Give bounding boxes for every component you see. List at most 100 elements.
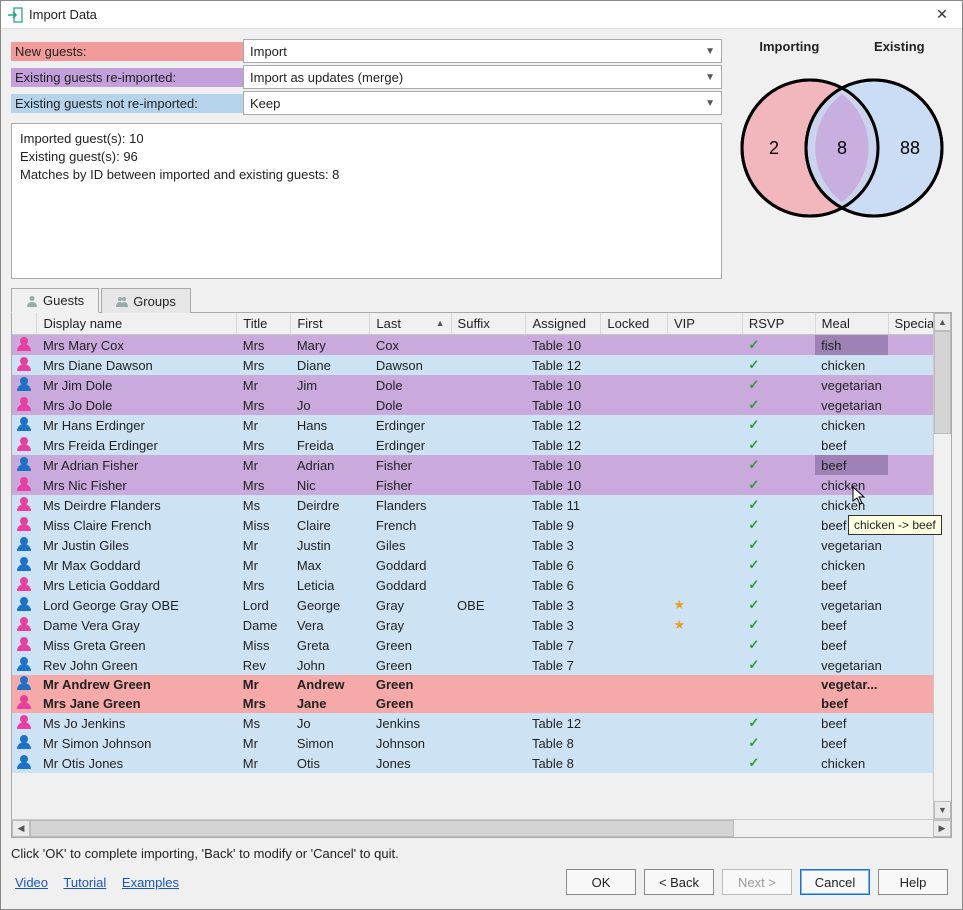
cell: beef <box>815 575 888 595</box>
scroll-right-icon[interactable]: ▶ <box>933 820 951 837</box>
row-icon <box>12 615 37 635</box>
back-button[interactable]: < Back <box>644 869 714 895</box>
video-link[interactable]: Video <box>15 875 48 890</box>
table-row[interactable]: Rev John GreenRevJohnGreenTable 7✓vegeta… <box>12 655 951 675</box>
tab-groups[interactable]: Groups <box>101 288 191 313</box>
table-row[interactable]: Mrs Diane DawsonMrsDianeDawsonTable 12✓c… <box>12 355 951 375</box>
new-guests-combo[interactable]: Import ▼ <box>243 39 722 63</box>
examples-link[interactable]: Examples <box>122 875 179 890</box>
cell: Mrs Diane Dawson <box>37 355 237 375</box>
col-assigned[interactable]: Assigned <box>526 313 601 335</box>
table-row[interactable]: Mr Hans ErdingerMrHansErdingerTable 12✓c… <box>12 415 951 435</box>
cell: ★ <box>667 595 742 615</box>
cell <box>667 575 742 595</box>
table-row[interactable]: Mr Adrian FisherMrAdrianFisherTable 10✓b… <box>12 455 951 475</box>
cell: Jenkins <box>370 713 451 733</box>
cell <box>667 335 742 356</box>
cell <box>601 375 668 395</box>
row-icon <box>12 375 37 395</box>
col-suffix[interactable]: Suffix <box>451 313 526 335</box>
cell: Mr <box>237 375 291 395</box>
check-icon: ✓ <box>748 437 759 452</box>
help-button[interactable]: Help <box>878 869 948 895</box>
table-row[interactable]: Mrs Freida ErdingerMrsFreidaErdingerTabl… <box>12 435 951 455</box>
table-row[interactable]: Mr Otis JonesMrOtisJonesTable 8✓chicken <box>12 753 951 773</box>
table-row[interactable]: Miss Claire FrenchMissClaireFrenchTable … <box>12 515 951 535</box>
table-row[interactable]: Mrs Nic FisherMrsNicFisherTable 10✓chick… <box>12 475 951 495</box>
col-icon[interactable] <box>12 313 37 335</box>
cell: Flanders <box>370 495 451 515</box>
horizontal-scrollbar[interactable]: ◀ ▶ <box>12 819 951 837</box>
col-last[interactable]: Last <box>370 313 451 335</box>
table-row[interactable]: Ms Jo JenkinsMsJoJenkinsTable 12✓beef <box>12 713 951 733</box>
cell: ✓ <box>742 655 815 675</box>
cell: Mr <box>237 675 291 694</box>
row-icon <box>12 335 37 356</box>
table-row[interactable]: Mr Justin GilesMrJustinGilesTable 3✓vege… <box>12 535 951 555</box>
cell: Dole <box>370 375 451 395</box>
import-data-window: Import Data ✕ New guests: Import ▼ Exist… <box>0 0 963 910</box>
cell: OBE <box>451 595 526 615</box>
scroll-down-icon[interactable]: ▼ <box>934 801 951 819</box>
table-row[interactable]: Miss Greta GreenMissGretaGreenTable 7✓be… <box>12 635 951 655</box>
cancel-button[interactable]: Cancel <box>800 869 870 895</box>
person-icon <box>17 377 31 391</box>
cell: Mary <box>291 335 370 356</box>
cell: Mr <box>237 555 291 575</box>
table-row[interactable]: Mrs Mary CoxMrsMaryCoxTable 10✓fish <box>12 335 951 356</box>
cell: Table 12 <box>526 713 601 733</box>
next-button: Next > <box>722 869 792 895</box>
cell <box>601 535 668 555</box>
chevron-down-icon: ▼ <box>705 46 715 57</box>
col-title[interactable]: Title <box>237 313 291 335</box>
scroll-thumb[interactable] <box>30 820 734 837</box>
cell: ✓ <box>742 515 815 535</box>
scroll-left-icon[interactable]: ◀ <box>12 820 30 837</box>
cell: ✓ <box>742 535 815 555</box>
cell: Green <box>370 635 451 655</box>
table-row[interactable]: Mrs Jane GreenMrsJaneGreenbeef <box>12 694 951 713</box>
cell: Ms <box>237 495 291 515</box>
cell <box>667 713 742 733</box>
person-icon <box>17 337 31 351</box>
scroll-up-icon[interactable]: ▲ <box>934 313 951 331</box>
col-meal[interactable]: Meal <box>815 313 888 335</box>
vertical-scrollbar[interactable]: ▲ ▼ <box>933 313 951 819</box>
table-row[interactable]: Mrs Leticia GoddardMrsLeticiaGoddardTabl… <box>12 575 951 595</box>
cell <box>601 655 668 675</box>
cell: John <box>291 655 370 675</box>
table-row[interactable]: Mr Simon JohnsonMrSimonJohnsonTable 8✓be… <box>12 733 951 753</box>
cell: Erdinger <box>370 435 451 455</box>
cell <box>742 675 815 694</box>
col-vip[interactable]: VIP <box>667 313 742 335</box>
table-row[interactable]: Mr Andrew GreenMrAndrewGreenvegetar... <box>12 675 951 694</box>
close-button[interactable]: ✕ <box>928 6 956 23</box>
cell: beef <box>815 635 888 655</box>
not-reimported-combo[interactable]: Keep ▼ <box>243 91 722 115</box>
ok-button[interactable]: OK <box>566 869 636 895</box>
tutorial-link[interactable]: Tutorial <box>63 875 106 890</box>
table-row[interactable]: Ms Deirdre FlandersMsDeirdreFlandersTabl… <box>12 495 951 515</box>
table-row[interactable]: Mr Jim DoleMrJimDoleTable 10✓vegetarian <box>12 375 951 395</box>
venn-right-count: 88 <box>900 138 920 158</box>
table-row[interactable]: Dame Vera GrayDameVeraGrayTable 3★✓beef <box>12 615 951 635</box>
tab-guests[interactable]: Guests <box>11 288 99 313</box>
table-row[interactable]: Mr Max GoddardMrMaxGoddardTable 6✓chicke… <box>12 555 951 575</box>
scroll-thumb[interactable] <box>934 331 951 434</box>
col-locked[interactable]: Locked <box>601 313 668 335</box>
table-row[interactable]: Mrs Jo DoleMrsJoDoleTable 10✓vegetarian <box>12 395 951 415</box>
table-row[interactable]: Lord George Gray OBELordGeorgeGrayOBETab… <box>12 595 951 615</box>
row-icon <box>12 515 37 535</box>
cell: Mrs Jo Dole <box>37 395 237 415</box>
cell: Miss Claire French <box>37 515 237 535</box>
cell: ✓ <box>742 435 815 455</box>
col-rsvp[interactable]: RSVP <box>742 313 815 335</box>
venn-left-count: 2 <box>769 138 779 158</box>
row-icon <box>12 733 37 753</box>
star-icon: ★ <box>673 617 685 632</box>
reimported-combo[interactable]: Import as updates (merge) ▼ <box>243 65 722 89</box>
col-display[interactable]: Display name <box>37 313 237 335</box>
cell <box>667 355 742 375</box>
col-first[interactable]: First <box>291 313 370 335</box>
cell: Mrs <box>237 694 291 713</box>
